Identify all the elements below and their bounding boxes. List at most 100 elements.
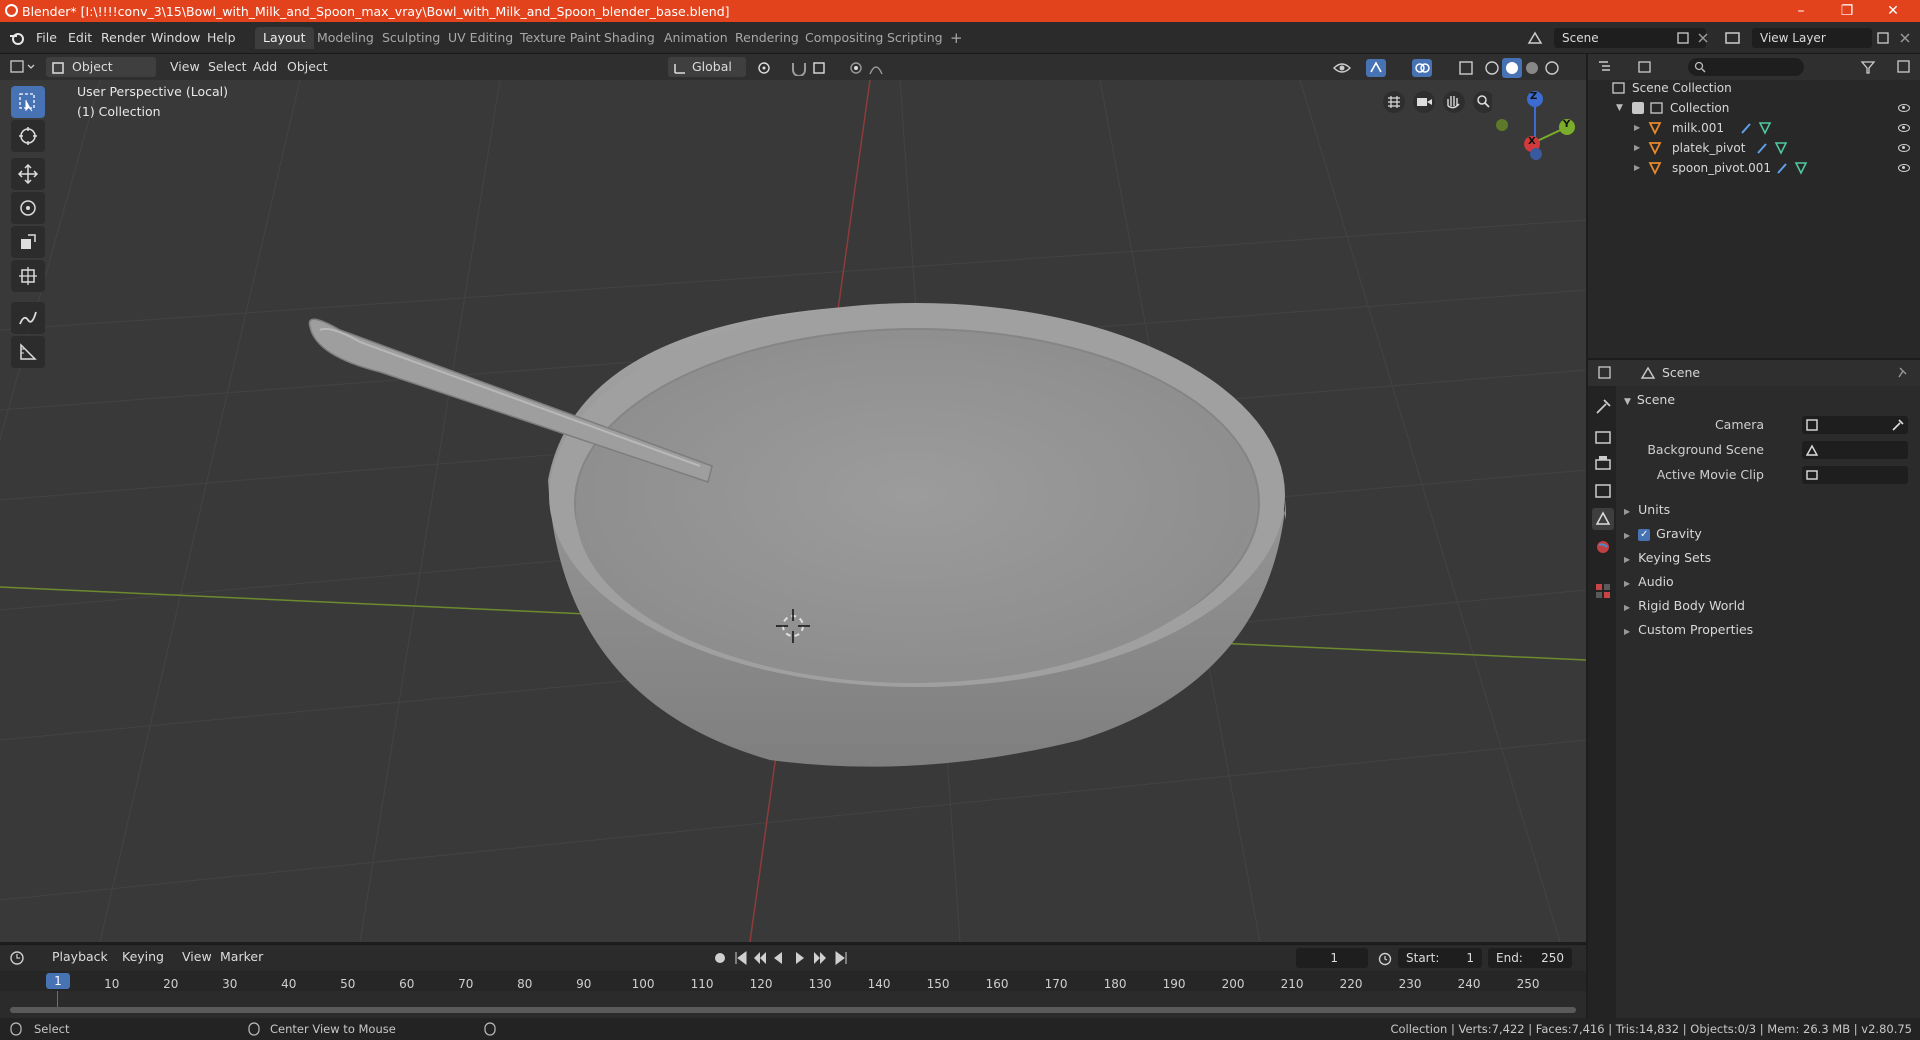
tab-scripting[interactable]: Scripting	[879, 27, 951, 49]
maximize-button[interactable]: ❐	[1824, 0, 1870, 22]
annotate-tool[interactable]	[11, 302, 45, 334]
properties-editor-type-icon[interactable]	[1598, 366, 1626, 380]
outliner-object-row[interactable]: ▶ platek_pivot	[1588, 138, 1920, 158]
viewport-menu-view[interactable]: View	[164, 57, 206, 77]
scene-panel-header[interactable]: ▼ Scene	[1624, 389, 1914, 411]
eye-icon[interactable]	[1898, 124, 1910, 132]
expand-arrow-icon[interactable]: ▶	[1634, 158, 1640, 178]
scene-tab-icon[interactable]	[1592, 508, 1614, 530]
camera-field[interactable]	[1802, 416, 1908, 434]
expand-arrow-icon[interactable]: ▶	[1634, 138, 1640, 158]
viewport-menu-object[interactable]: Object	[281, 57, 334, 77]
view-layer-icon[interactable]	[1724, 29, 1742, 47]
view-layer-tab-icon[interactable]	[1592, 480, 1614, 502]
audio-panel[interactable]: ▶ Audio	[1624, 571, 1914, 593]
select-box-tool[interactable]	[11, 86, 45, 118]
tab-compositing[interactable]: Compositing	[797, 27, 891, 49]
blender-menu-icon[interactable]	[9, 30, 25, 46]
gravity-panel[interactable]: ▶ ✓ Gravity	[1624, 523, 1914, 545]
active-movie-clip-field[interactable]	[1802, 466, 1908, 484]
tab-uv-editing[interactable]: UV Editing	[440, 27, 521, 49]
rigid-body-world-panel[interactable]: ▶ Rigid Body World	[1624, 595, 1914, 617]
outliner-scene-collection[interactable]: Scene Collection	[1588, 78, 1920, 98]
snap-target-icon[interactable]	[812, 60, 838, 76]
new-view-layer-icon[interactable]	[1876, 31, 1890, 45]
view-layer-field[interactable]: View Layer	[1752, 28, 1872, 48]
measure-tool[interactable]	[11, 336, 45, 368]
tab-animation[interactable]: Animation	[656, 27, 736, 49]
end-frame-field[interactable]: End: 250	[1488, 948, 1572, 968]
gravity-checkbox[interactable]: ✓	[1638, 528, 1651, 541]
menu-render[interactable]: Render	[95, 28, 152, 48]
texture-tab-icon[interactable]	[1592, 580, 1614, 602]
outliner-object-row[interactable]: ▶ milk.001	[1588, 118, 1920, 138]
render-tab-icon[interactable]	[1592, 426, 1614, 448]
viewport-menu-select[interactable]: Select	[202, 57, 253, 77]
current-frame-field[interactable]: 1	[1296, 948, 1368, 968]
new-collection-icon[interactable]	[1896, 59, 1912, 75]
close-button[interactable]: ✕	[1870, 0, 1916, 22]
expand-arrow-icon[interactable]: ▶	[1634, 118, 1640, 138]
overlays-toggle-icon[interactable]	[1412, 59, 1440, 77]
new-scene-icon[interactable]	[1676, 31, 1690, 45]
units-panel[interactable]: ▶ Units	[1624, 499, 1914, 521]
collection-checkbox[interactable]	[1632, 102, 1644, 114]
editor-type-icon[interactable]	[10, 59, 38, 75]
3d-viewport[interactable]: Z Y X User Perspective (Local) (1) Colle…	[0, 80, 1586, 942]
outliner-collection[interactable]: ▼ Collection	[1588, 98, 1920, 118]
output-tab-icon[interactable]	[1592, 452, 1614, 474]
menu-window[interactable]: Window	[145, 28, 206, 48]
world-tab-icon[interactable]	[1592, 536, 1614, 558]
timeline-editor-type-icon[interactable]	[10, 950, 38, 966]
gizmo-toggle-icon[interactable]	[1366, 59, 1394, 77]
tab-rendering[interactable]: Rendering	[727, 27, 807, 49]
tab-shading[interactable]: Shading	[596, 27, 663, 49]
viewport-navigation-icons[interactable]	[1382, 90, 1492, 114]
start-frame-field[interactable]: Start: 1	[1398, 948, 1482, 968]
timeline-menu-view[interactable]: View	[176, 947, 218, 967]
eyedropper-icon[interactable]	[1890, 418, 1904, 432]
timeline-menu-marker[interactable]: Marker	[214, 947, 269, 967]
outliner-editor-type-icon[interactable]	[1598, 60, 1626, 74]
outliner-search-input[interactable]	[1688, 58, 1804, 76]
move-tool[interactable]	[11, 158, 45, 190]
tab-layout[interactable]: Layout	[255, 27, 314, 49]
menu-help[interactable]: Help	[201, 28, 242, 48]
proportional-falloff-icon[interactable]	[868, 60, 896, 76]
visibility-selectability-icon[interactable]	[1332, 59, 1360, 77]
eye-icon[interactable]	[1898, 164, 1910, 172]
keying-sets-panel[interactable]: ▶ Keying Sets	[1624, 547, 1914, 569]
pin-icon[interactable]	[1896, 366, 1910, 380]
timeline-menu-playback[interactable]: Playback	[46, 947, 114, 967]
transform-tool[interactable]	[11, 260, 45, 292]
display-mode-icon[interactable]	[1638, 60, 1666, 74]
remove-scene-icon[interactable]	[1696, 31, 1710, 45]
custom-properties-panel[interactable]: ▶ Custom Properties	[1624, 619, 1914, 641]
scene-icon[interactable]	[1526, 29, 1544, 47]
eye-icon[interactable]	[1898, 104, 1910, 112]
minimize-button[interactable]: –	[1778, 0, 1824, 22]
tab-sculpting[interactable]: Sculpting	[374, 27, 448, 49]
xray-toggle-icon[interactable]	[1458, 59, 1476, 77]
pivot-point-icon[interactable]	[756, 60, 782, 76]
remove-view-layer-icon[interactable]	[1898, 31, 1912, 45]
tab-modeling[interactable]: Modeling	[309, 27, 382, 49]
background-scene-field[interactable]	[1802, 441, 1908, 459]
cursor-tool[interactable]	[11, 120, 45, 152]
timeline-menu-keying[interactable]: Keying	[116, 947, 170, 967]
rotate-tool[interactable]	[11, 192, 45, 224]
shading-mode-buttons[interactable]	[1482, 58, 1564, 78]
stopwatch-icon[interactable]	[1377, 950, 1393, 966]
viewport-menu-add[interactable]: Add	[247, 57, 283, 77]
timeline-scrollbar[interactable]	[10, 1007, 1576, 1013]
playhead-frame[interactable]: 1	[46, 973, 70, 989]
tool-tab-icon[interactable]	[1592, 396, 1614, 418]
outliner-object-row[interactable]: ▶ spoon_pivot.001	[1588, 158, 1920, 178]
add-workspace-button[interactable]: +	[942, 27, 971, 49]
snap-icon[interactable]	[790, 60, 808, 76]
menu-edit[interactable]: Edit	[62, 28, 98, 48]
scale-tool[interactable]	[11, 226, 45, 258]
eye-icon[interactable]	[1898, 144, 1910, 152]
menu-file[interactable]: File	[30, 28, 63, 48]
filter-icon[interactable]	[1860, 59, 1888, 75]
